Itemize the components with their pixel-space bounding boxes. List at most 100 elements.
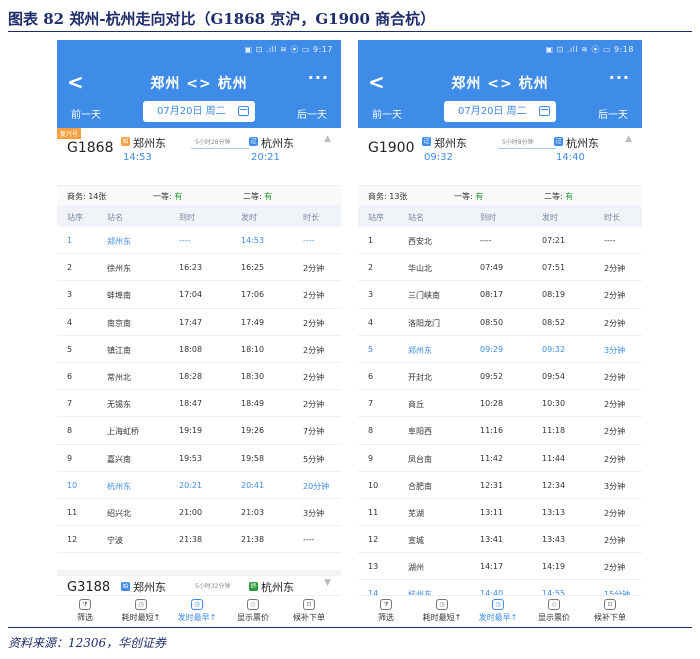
stop-dur: 3分钟 xyxy=(303,508,325,518)
stop-dur: 20分钟 xyxy=(303,481,330,491)
toolbar-tab[interactable]: ◷ 发时最早↑ xyxy=(470,599,526,623)
stop-dep: 09:54 xyxy=(542,371,566,381)
stop-dep: 11:18 xyxy=(542,426,566,436)
clock-icon: ◷ xyxy=(492,599,504,610)
stop-arr: 14:17 xyxy=(480,562,504,572)
stop-name: 郑州东 xyxy=(408,345,432,355)
toolbar-tab-label: 候补下单 xyxy=(293,613,325,622)
stop-dep: 08:52 xyxy=(542,317,566,327)
stop-dur: ---- xyxy=(303,236,315,245)
stop-dur: 2分钟 xyxy=(303,345,325,355)
toolbar-tab[interactable]: ⊡ 候补下单 xyxy=(281,599,337,623)
collapse-arrow-icon[interactable]: ▲ xyxy=(625,134,632,144)
stop-arr: 17:47 xyxy=(179,317,203,327)
seat-class-label: 一等: xyxy=(454,192,476,201)
toolbar-tab[interactable]: ⊡ 候补下单 xyxy=(582,599,638,623)
stop-row: 5 郑州东 09:29 09:32 3分钟 xyxy=(358,336,642,363)
stop-row: 8 上海虹桥 19:19 19:26 7分钟 xyxy=(57,417,341,445)
next-day-button[interactable]: 后一天 xyxy=(297,106,327,121)
toolbar-tab[interactable]: ◷ 发时最早↑ xyxy=(169,599,225,623)
next-day-button[interactable]: 后一天 xyxy=(598,106,628,121)
train-card[interactable]: 复兴号 G1868 始郑州东 14:53 5小时28分钟 过杭州东 20:21 ▲ xyxy=(57,128,341,186)
stop-no: 2 xyxy=(368,263,374,273)
stop-row: 13 湖州 14:17 14:19 2分钟 xyxy=(358,553,642,581)
stop-row: 5 镇江南 18:08 18:10 2分钟 xyxy=(57,336,341,363)
toolbar-tab-label: 耗时最短↑ xyxy=(422,613,462,622)
stop-name: 绍兴北 xyxy=(107,508,131,518)
stop-arr: ---- xyxy=(480,236,492,245)
stop-name: 无锡东 xyxy=(107,400,131,410)
stop-name: 华山北 xyxy=(408,264,432,274)
toolbar-tab[interactable]: ◷ 耗时最短↑ xyxy=(113,599,169,623)
toolbar-tab[interactable]: ◷ 耗时最短↑ xyxy=(414,599,470,623)
prev-day-button[interactable]: 前一天 xyxy=(372,106,402,121)
date-picker[interactable]: 07月20日 周二 xyxy=(444,101,556,122)
train-card[interactable]: G1900 过郑州东 09:32 5小时8分钟过杭州东 14:40 ▲ xyxy=(358,128,642,186)
date-label: 07月20日 周二 xyxy=(458,106,527,117)
stop-no: 10 xyxy=(67,480,78,490)
column-header: 站名 xyxy=(107,213,123,222)
stop-arr: 21:38 xyxy=(179,535,203,545)
from-time: 14:53 xyxy=(123,152,152,163)
seat-available: 有 xyxy=(174,192,183,201)
toolbar-tab-label: 候补下单 xyxy=(594,613,626,622)
stop-no: 11 xyxy=(67,507,78,517)
toolbar-tab[interactable]: ◇ 显示票价 xyxy=(526,599,582,623)
stop-no: 1 xyxy=(67,236,73,245)
stop-dur: 2分钟 xyxy=(604,318,626,328)
stop-table-header: 站序 站名 到时 发时 时长 xyxy=(57,205,341,227)
toolbar-tab[interactable]: ⧩ 筛选 xyxy=(57,599,113,623)
stop-name: 上海虹桥 xyxy=(107,427,139,437)
toolbar-tab-label: 耗时最短↑ xyxy=(121,613,161,622)
stop-dep: 12:34 xyxy=(542,480,566,490)
column-header: 到时 xyxy=(480,213,496,222)
stop-dur: 7分钟 xyxy=(303,427,325,437)
tag-icon: ◇ xyxy=(548,599,560,610)
column-header: 站序 xyxy=(368,213,384,222)
stop-dur: 2分钟 xyxy=(604,264,626,274)
stop-arr: 17:04 xyxy=(179,290,203,300)
stop-no: 7 xyxy=(368,399,374,409)
train-number: G1900 xyxy=(368,140,415,156)
stop-dur: 2分钟 xyxy=(604,427,626,437)
stop-row: 2 华山北 07:49 07:51 2分钟 xyxy=(358,254,642,282)
stop-dep: 14:19 xyxy=(542,562,566,572)
stop-name: 常州北 xyxy=(107,372,131,382)
seat-available: 有 xyxy=(475,192,484,201)
stop-dep: 18:30 xyxy=(241,371,265,381)
stop-dep: 13:13 xyxy=(542,507,566,517)
stop-arr: 18:08 xyxy=(179,344,203,354)
stop-arr: 09:29 xyxy=(480,344,504,354)
more-menu-button[interactable]: ··· xyxy=(609,68,630,87)
toolbar-tab-label: 筛选 xyxy=(378,613,394,622)
stop-dep: 14:53 xyxy=(241,236,265,245)
stop-dep: 18:10 xyxy=(241,344,265,354)
stop-name: 芜湖 xyxy=(408,508,424,518)
prev-day-button[interactable]: 前一天 xyxy=(71,106,101,121)
stop-name: 合肥南 xyxy=(408,481,432,491)
stop-arr: 19:53 xyxy=(179,453,203,463)
travel-duration: 5小时28分钟 xyxy=(195,139,231,146)
stop-arr: 08:50 xyxy=(480,317,504,327)
stop-no: 9 xyxy=(67,453,73,463)
toolbar-tab[interactable]: ⧩ 筛选 xyxy=(358,599,414,623)
toolbar-tab[interactable]: ◇ 显示票价 xyxy=(225,599,281,623)
more-menu-button[interactable]: ··· xyxy=(308,68,329,87)
stop-no: 4 xyxy=(67,317,73,327)
stop-row: 3 三门峡南 08:17 08:19 2分钟 xyxy=(358,281,642,309)
stop-dep: 21:03 xyxy=(241,507,265,517)
seat-class-label: 商务: 14张 xyxy=(67,192,107,201)
expand-arrow-icon[interactable]: ▼ xyxy=(324,578,331,588)
clock-icon: ◷ xyxy=(191,599,203,610)
seat-availability: 商务: 13张 一等: 有二等: 有 xyxy=(358,186,642,205)
stop-row: 9 凤台南 11:42 11:44 2分钟 xyxy=(358,445,642,472)
stop-row: 11 芜湖 13:11 13:13 2分钟 xyxy=(358,499,642,527)
stop-dep: 19:58 xyxy=(241,453,265,463)
next-train-card[interactable]: G3188 始郑州东 5小时32分钟 终杭州东 ▼ xyxy=(57,570,341,595)
calendar-icon xyxy=(539,106,550,116)
collapse-arrow-icon[interactable]: ▲ xyxy=(324,134,331,144)
filter-icon: ⧩ xyxy=(79,599,91,610)
date-picker[interactable]: 07月20日 周二 xyxy=(143,101,255,122)
stop-dep: 11:44 xyxy=(542,453,566,463)
stop-dep: 08:19 xyxy=(542,290,566,300)
